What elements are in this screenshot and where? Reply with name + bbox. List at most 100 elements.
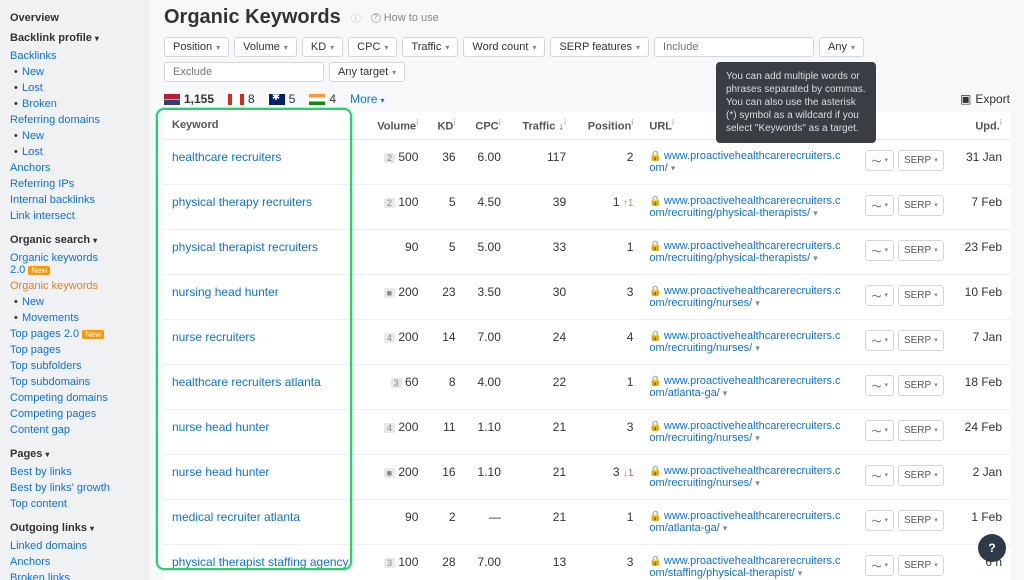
cell-url[interactable]: 🔒www.proactivehealthcarerecruiters.com/r… [641,229,848,274]
cell-url[interactable]: 🔒www.proactivehealthcarerecruiters.com/s… [641,544,848,580]
sidebar-organic-search[interactable]: Organic search [0,230,150,250]
chart-button[interactable]: 〜 [865,150,894,171]
sidebar-rd-lost[interactable]: Lost [0,144,150,160]
chevron-down-icon[interactable]: ▾ [813,208,818,218]
chart-button[interactable]: 〜 [865,555,894,576]
sidebar-broken-links[interactable]: Broken links [0,570,150,580]
sidebar-pages[interactable]: Pages [0,444,150,464]
sidebar-organic-keywords[interactable]: Organic keywords [0,278,150,294]
sidebar-referring-ips[interactable]: Referring IPs [0,176,150,192]
chart-button[interactable]: 〜 [865,285,894,306]
serp-button[interactable]: SERP [898,375,944,396]
sidebar-top-pages[interactable]: Top pages [0,342,150,358]
cell-keyword[interactable]: healthcare recruiters [164,139,364,184]
cell-url[interactable]: 🔒www.proactivehealthcarerecruiters.com/ … [641,139,848,184]
serp-button[interactable]: SERP [898,510,944,531]
filter-position[interactable]: Position [164,37,229,57]
sidebar-best-by-links-growth[interactable]: Best by links' growth [0,480,150,496]
sidebar-backlinks-new[interactable]: New [0,64,150,80]
chart-button[interactable]: 〜 [865,420,894,441]
cell-keyword[interactable]: medical recruiter atlanta [164,499,364,544]
cell-keyword[interactable]: physical therapist staffing agency [164,544,364,580]
chart-button[interactable]: 〜 [865,195,894,216]
countries-more[interactable]: More [350,92,384,106]
serp-button[interactable]: SERP [898,240,944,261]
cell-url[interactable]: 🔒www.proactivehealthcarerecruiters.com/r… [641,409,848,454]
cell-keyword[interactable]: physical therapist recruiters [164,229,364,274]
sidebar-internal-backlinks[interactable]: Internal backlinks [0,192,150,208]
chevron-down-icon[interactable]: ▾ [798,568,803,578]
sidebar-ok-new[interactable]: New [0,294,150,310]
chevron-down-icon[interactable]: ▾ [755,478,760,488]
sidebar-best-by-links[interactable]: Best by links [0,464,150,480]
sidebar-competing-pages[interactable]: Competing pages [0,406,150,422]
serp-button[interactable]: SERP [898,195,944,216]
serp-button[interactable]: SERP [898,465,944,486]
cell-keyword[interactable]: nurse head hunter [164,454,364,499]
cell-url[interactable]: 🔒www.proactivehealthcarerecruiters.com/a… [641,499,848,544]
sidebar-out-anchors[interactable]: Anchors [0,554,150,570]
chart-button[interactable]: 〜 [865,375,894,396]
col-volume[interactable]: Volumei [364,112,426,139]
col-keyword[interactable]: Keyword [164,112,364,139]
cell-url[interactable]: 🔒www.proactivehealthcarerecruiters.com/r… [641,274,848,319]
sidebar-competing-domains[interactable]: Competing domains [0,390,150,406]
cell-url[interactable]: 🔒www.proactivehealthcarerecruiters.com/r… [641,319,848,364]
cell-keyword[interactable]: physical therapy recruiters [164,184,364,229]
sidebar-backlinks-broken[interactable]: Broken [0,96,150,112]
sidebar-overview[interactable]: Overview [0,8,150,28]
col-cpc[interactable]: CPCi [464,112,509,139]
chevron-down-icon[interactable]: ▾ [813,253,818,263]
sidebar-outgoing-links[interactable]: Outgoing links [0,518,150,538]
filter-any-target[interactable]: Any target [329,62,405,82]
filter-traffic[interactable]: Traffic [402,37,458,57]
chevron-down-icon[interactable]: ▾ [755,343,760,353]
cell-url[interactable]: 🔒www.proactivehealthcarerecruiters.com/r… [641,454,848,499]
chevron-down-icon[interactable]: ▾ [671,163,676,173]
sidebar-ok-movements[interactable]: Movements [0,310,150,326]
country-us[interactable]: 1,155 [164,92,214,106]
sidebar-top-subfolders[interactable]: Top subfolders [0,358,150,374]
sidebar-rd-new[interactable]: New [0,128,150,144]
country-in[interactable]: 4 [309,92,336,106]
serp-button[interactable]: SERP [898,555,944,576]
filter-word-count[interactable]: Word count [463,37,545,57]
col-kd[interactable]: KDi [426,112,463,139]
chevron-down-icon[interactable]: ▾ [723,523,728,533]
sidebar-top-pages-20[interactable]: Top pages 2.0New [0,326,150,342]
cell-keyword[interactable]: healthcare recruiters atlanta [164,364,364,409]
sidebar-backlink-profile[interactable]: Backlink profile [0,28,150,48]
serp-button[interactable]: SERP [898,330,944,351]
chart-button[interactable]: 〜 [865,240,894,261]
filter-kd[interactable]: KD [302,37,343,57]
col-traffic[interactable]: Traffic ↓i [509,112,574,139]
filter-volume[interactable]: Volume [234,37,297,57]
sidebar-organic-keywords-20[interactable]: Organic keywords 2.0New [0,250,150,278]
sidebar-backlinks[interactable]: Backlinks [0,48,150,64]
cell-url[interactable]: 🔒www.proactivehealthcarerecruiters.com/a… [641,364,848,409]
sidebar-linked-domains[interactable]: Linked domains [0,538,150,554]
chevron-down-icon[interactable]: ▾ [723,388,728,398]
chart-button[interactable]: 〜 [865,510,894,531]
sidebar-top-content[interactable]: Top content [0,496,150,512]
filter-serp-features[interactable]: SERP features [550,37,649,57]
chart-button[interactable]: 〜 [865,330,894,351]
cell-keyword[interactable]: nurse head hunter [164,409,364,454]
sidebar-backlinks-lost[interactable]: Lost [0,80,150,96]
sidebar-top-subdomains[interactable]: Top subdomains [0,374,150,390]
cell-url[interactable]: 🔒www.proactivehealthcarerecruiters.com/r… [641,184,848,229]
sidebar-anchors[interactable]: Anchors [0,160,150,176]
help-button[interactable]: ? [978,534,1006,562]
how-to-use-link[interactable]: ?How to use [371,12,439,24]
filter-cpc[interactable]: CPC [348,37,397,57]
serp-button[interactable]: SERP [898,150,944,171]
export-button[interactable]: ▣Export [960,92,1010,106]
col-position[interactable]: Positioni [574,112,641,139]
chevron-down-icon[interactable]: ▾ [755,298,760,308]
sidebar-content-gap[interactable]: Content gap [0,422,150,438]
chart-button[interactable]: 〜 [865,465,894,486]
cell-keyword[interactable]: nurse recruiters [164,319,364,364]
include-input[interactable] [654,37,814,57]
chevron-down-icon[interactable]: ▾ [755,433,760,443]
serp-button[interactable]: SERP [898,420,944,441]
